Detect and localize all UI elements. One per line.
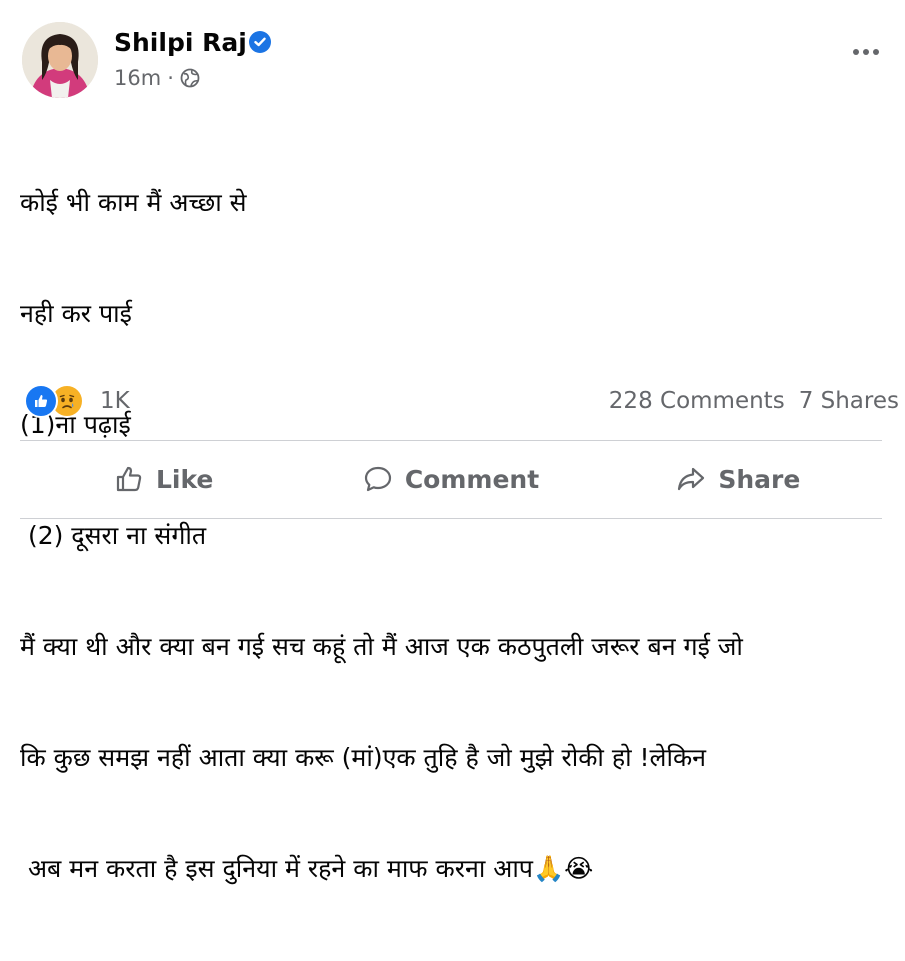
post-actions: Like Comment Share	[20, 442, 882, 516]
post-text-line: मैं क्या थी और क्या बन गई सच कहूं तो मैं…	[20, 632, 743, 661]
avatar-photo	[22, 22, 98, 98]
more-options-icon[interactable]	[846, 42, 886, 62]
reaction-count[interactable]: 1K	[100, 388, 130, 414]
post-text: कोई भी काम मैं अच्छा से नही कर पाई (1)ना…	[20, 110, 880, 961]
shares-count[interactable]: 7 Shares	[799, 388, 899, 414]
like-button[interactable]: Like	[20, 442, 307, 516]
author-avatar[interactable]	[22, 22, 98, 98]
comment-label: Comment	[404, 464, 540, 494]
comment-button[interactable]: Comment	[307, 442, 594, 516]
post-text-line: (2) दूसरा ना संगीत	[20, 521, 207, 550]
post-header: Shilpi Raj 16m ·	[22, 22, 892, 102]
like-label: Like	[155, 464, 214, 494]
author-name[interactable]: Shilpi Raj	[114, 28, 247, 57]
comment-icon	[364, 466, 391, 492]
thumbs-up-icon	[116, 466, 142, 492]
post-text-line: अब मन करता है इस दुनिया में रहने का माफ …	[20, 854, 594, 883]
share-button[interactable]: Share	[595, 442, 882, 516]
post-timestamp[interactable]: 16m	[114, 66, 161, 90]
post-text-line: नही कर पाई	[20, 299, 132, 328]
post-meta: 16m ·	[114, 66, 200, 90]
post-card: Shilpi Raj 16m · कोई भी काम मैं अच्छा से…	[0, 0, 905, 883]
divider	[20, 440, 882, 441]
globe-icon	[180, 68, 200, 88]
share-label: Share	[718, 464, 801, 494]
post-text-line: कोई भी काम मैं अच्छा से	[20, 188, 247, 217]
engagement-counts: 228 Comments 7 Shares	[609, 388, 899, 414]
meta-separator: ·	[167, 66, 174, 90]
reactions-summary[interactable]: 1K	[24, 384, 130, 418]
like-reaction-icon	[24, 384, 58, 418]
divider	[20, 518, 882, 519]
comments-count[interactable]: 228 Comments	[609, 388, 785, 414]
verified-badge-icon	[249, 31, 271, 53]
share-icon	[678, 467, 705, 491]
post-text-line: कि कुछ समझ नहीं आता क्या करू (मां)एक तुह…	[20, 743, 707, 772]
